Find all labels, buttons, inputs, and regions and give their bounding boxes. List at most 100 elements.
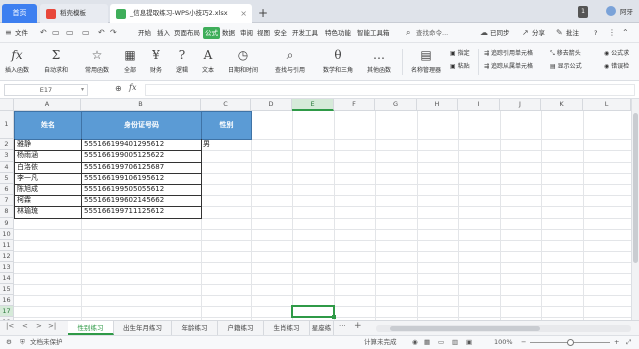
menu-data[interactable]: 数据: [222, 23, 235, 43]
normal-view-icon[interactable]: ▦: [424, 336, 430, 349]
share-button[interactable]: 分享: [532, 23, 545, 43]
sheet-tab-gender[interactable]: 性别练习: [68, 321, 114, 335]
sheet-tab-birth[interactable]: 出生年月练习: [114, 321, 172, 335]
column-header-l[interactable]: L: [583, 99, 631, 111]
redo-icon[interactable]: ↷: [110, 28, 117, 37]
row-header-17[interactable]: 17: [0, 306, 14, 317]
trace-precedents-button[interactable]: ⇶ 追踪引用单元格: [484, 48, 533, 59]
name-manager-button[interactable]: ▤ 名称管理器: [408, 45, 444, 77]
column-header-g[interactable]: G: [375, 99, 417, 111]
row-header-10[interactable]: 10: [0, 229, 14, 240]
header-cell-name[interactable]: 姓名: [14, 111, 82, 140]
row-header-8[interactable]: 8: [0, 206, 14, 218]
page-layout-view-icon[interactable]: ▭: [438, 336, 444, 349]
chevron-down-icon[interactable]: ▾: [81, 85, 84, 95]
row-header-2[interactable]: 2: [0, 139, 14, 150]
zoom-out-button[interactable]: −: [521, 336, 526, 349]
menu-security[interactable]: 安全: [274, 23, 287, 43]
vertical-scrollbar[interactable]: [631, 99, 639, 320]
menu-smart-tools[interactable]: 智能工具箱: [357, 23, 390, 43]
home-tab[interactable]: 首页: [2, 4, 37, 23]
cell-name[interactable]: 林瑜琉: [14, 206, 82, 219]
text-functions-button[interactable]: A 文本: [196, 45, 220, 77]
hamburger-menu-icon[interactable]: ≡: [5, 28, 12, 37]
print-icon[interactable]: ▭: [66, 28, 74, 37]
command-search[interactable]: 查找命令...: [416, 23, 448, 43]
column-header-f[interactable]: F: [334, 99, 375, 111]
date-time-button[interactable]: ◷ 日期和时间: [222, 45, 264, 77]
other-functions-button[interactable]: … 其他函数: [362, 45, 396, 77]
cell-id[interactable]: 555166199711125612: [81, 206, 202, 219]
selected-cell[interactable]: [291, 305, 335, 318]
sheet-tab-age[interactable]: 年龄练习: [172, 321, 218, 335]
row-header-16[interactable]: 16: [0, 295, 14, 306]
comment-button[interactable]: 批注: [566, 23, 579, 43]
menu-developer[interactable]: 开发工具: [292, 23, 318, 43]
zoom-lens-icon[interactable]: ⊕: [115, 84, 122, 93]
auto-sum-button[interactable]: Σ 自动求和: [38, 45, 74, 77]
all-functions-button[interactable]: ▦ 全部: [118, 45, 142, 77]
redo-arrow-icon[interactable]: ↶: [98, 28, 105, 37]
horizontal-scrollbar[interactable]: [376, 325, 631, 332]
row-header-11[interactable]: 11: [0, 240, 14, 251]
financial-button[interactable]: ¥ 财务: [144, 45, 168, 77]
column-header-a[interactable]: A: [14, 99, 81, 111]
zoom-slider-knob[interactable]: [567, 339, 574, 346]
window-count-badge[interactable]: 1: [578, 6, 588, 18]
menu-page-layout[interactable]: 页面布局: [174, 23, 200, 43]
zoom-level[interactable]: 100%: [494, 336, 513, 349]
row-header-1[interactable]: 1: [0, 111, 14, 139]
column-header-h[interactable]: H: [417, 99, 458, 111]
menu-file[interactable]: 文件: [15, 23, 28, 43]
fullscreen-icon[interactable]: ⤢: [626, 336, 631, 349]
user-name[interactable]: 阿牙: [620, 6, 633, 18]
remove-arrows-button[interactable]: ⤡ 移去箭头: [550, 48, 581, 59]
row-header-7[interactable]: 7: [0, 195, 14, 206]
print-preview-icon[interactable]: ▭: [82, 28, 90, 37]
insert-function-button[interactable]: fx 插入函数: [2, 45, 32, 77]
sheet-tab-constellation[interactable]: 星座练: [310, 321, 334, 335]
menu-features[interactable]: 特色功能: [325, 23, 351, 43]
menu-start[interactable]: 开始: [138, 23, 151, 43]
close-tab-icon[interactable]: ×: [240, 4, 247, 23]
row-header-15[interactable]: 15: [0, 284, 14, 295]
sync-status[interactable]: 已同步: [490, 23, 510, 43]
search-icon[interactable]: ⌕: [406, 28, 410, 38]
spreadsheet-grid[interactable]: A B C D E F G H I J K L 1 2 3 4 5 6 7 8 …: [0, 99, 631, 320]
new-tab-button[interactable]: +: [258, 4, 268, 23]
header-cell-gender[interactable]: 性别: [201, 111, 252, 140]
fx-label[interactable]: fx: [129, 83, 136, 92]
formula-input[interactable]: [145, 84, 635, 96]
column-header-k[interactable]: K: [541, 99, 583, 111]
define-name-button[interactable]: ▣ 指定: [450, 48, 470, 59]
collapse-ribbon-icon[interactable]: ⌃: [622, 28, 629, 37]
menu-formula[interactable]: 公式: [203, 27, 220, 39]
sheet-tab-household[interactable]: 户籍练习: [218, 321, 264, 335]
row-header-4[interactable]: 4: [0, 162, 14, 173]
reading-mode-icon[interactable]: ▣: [466, 336, 472, 349]
header-cell-id[interactable]: 身份证号码: [81, 111, 202, 140]
column-header-j[interactable]: J: [500, 99, 541, 111]
more-sheets-button[interactable]: ···: [339, 322, 346, 330]
first-sheet-icon[interactable]: |<: [6, 322, 14, 330]
evaluate-formula-button[interactable]: ◉ 公式求: [604, 48, 629, 59]
row-header-6[interactable]: 6: [0, 184, 14, 195]
row-header-5[interactable]: 5: [0, 173, 14, 184]
prev-sheet-icon[interactable]: <: [22, 322, 28, 330]
column-header-i[interactable]: I: [458, 99, 500, 111]
next-sheet-icon[interactable]: >: [36, 322, 42, 330]
page-break-view-icon[interactable]: ▥: [452, 336, 458, 349]
show-formulas-button[interactable]: ▤ 显示公式: [550, 61, 582, 72]
column-header-d[interactable]: D: [251, 99, 292, 111]
eye-protection-icon[interactable]: ◉: [412, 336, 418, 349]
add-sheet-button[interactable]: +: [354, 321, 362, 331]
last-sheet-icon[interactable]: >|: [48, 322, 56, 330]
column-header-e[interactable]: E: [292, 99, 334, 111]
menu-view[interactable]: 视图: [257, 23, 270, 43]
error-check-button[interactable]: ◉ 错误检: [604, 61, 629, 72]
row-header-13[interactable]: 13: [0, 262, 14, 273]
menu-insert[interactable]: 插入: [157, 23, 170, 43]
select-all-corner[interactable]: [0, 99, 14, 111]
lookup-reference-button[interactable]: ⌕ 查找与引用: [268, 45, 312, 77]
math-trig-button[interactable]: θ 数学和三角: [316, 45, 360, 77]
